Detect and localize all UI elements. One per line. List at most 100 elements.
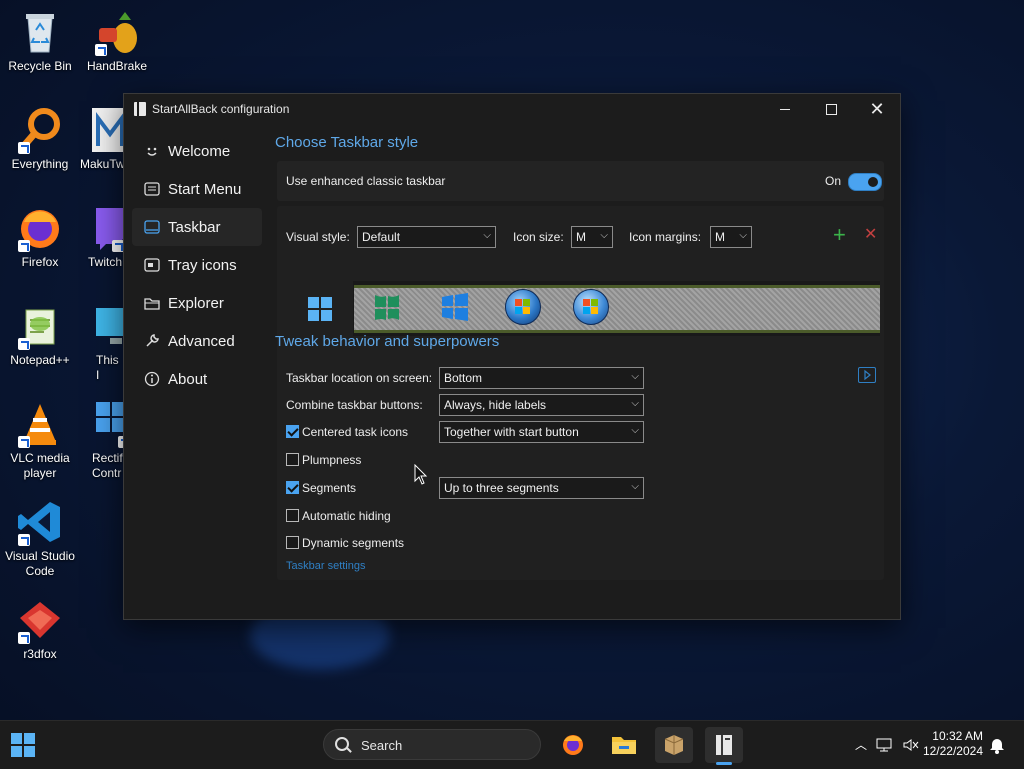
tray-icon	[144, 257, 160, 273]
windows8-green-logo-icon	[375, 295, 399, 320]
search-placeholder: Search	[361, 738, 403, 753]
desktop-icon-twitch[interactable]: Twitch	[70, 204, 123, 270]
desktop-icon-label: MakuTw	[80, 157, 123, 171]
shortcut-arrow-icon	[95, 44, 107, 56]
visual-style-select[interactable]: Default ⌵	[357, 226, 496, 248]
preview-style-win10[interactable]	[437, 289, 473, 325]
nav-item-advanced[interactable]: Advanced	[132, 322, 262, 360]
nav-item-welcome[interactable]: Welcome	[132, 132, 262, 170]
automatic-hiding-checkbox[interactable]	[286, 509, 299, 522]
desktop-icon-vlc[interactable]: VLC media player	[0, 400, 80, 481]
style-section-title: Choose Taskbar style	[275, 134, 419, 151]
desktop-icon-this-pc[interactable]: This I	[70, 302, 123, 383]
wrench-icon	[144, 333, 160, 349]
start-button[interactable]	[4, 727, 42, 763]
desktop-icon-everything[interactable]: Everything	[0, 106, 80, 172]
network-icon[interactable]	[876, 737, 894, 753]
nav-item-taskbar[interactable]: Taskbar	[132, 208, 262, 246]
combine-label: Combine taskbar buttons:	[286, 398, 423, 412]
segments-checkbox[interactable]	[286, 481, 299, 494]
startallback-app-icon	[134, 102, 146, 116]
segments-value: Up to three segments	[444, 481, 559, 495]
combine-select[interactable]: Always, hide labels ⌵	[439, 394, 644, 416]
visual-style-label: Visual style:	[286, 230, 350, 244]
windows10-logo-icon	[442, 293, 468, 321]
taskbar-icon	[144, 219, 160, 235]
notepadpp-icon	[16, 302, 64, 350]
mouse-cursor-icon	[414, 464, 428, 485]
nav-item-explorer[interactable]: Explorer	[132, 284, 262, 322]
taskbar-search[interactable]: Search	[323, 729, 541, 760]
chevron-up-icon[interactable]: ︿	[855, 736, 867, 753]
sidebar-nav: Welcome Start Menu Taskbar Tray icons Ex…	[132, 132, 262, 398]
nav-item-start-menu[interactable]: Start Menu	[132, 170, 262, 208]
add-style-button[interactable]: +	[833, 223, 846, 247]
twitch-icon	[90, 204, 123, 252]
enhanced-taskbar-toggle[interactable]	[848, 173, 882, 191]
clock[interactable]: 10:32 AM 12/22/2024	[923, 729, 983, 759]
dynamic-segments-checkbox[interactable]	[286, 536, 299, 549]
preview-strip	[354, 285, 880, 333]
firefox-icon	[16, 204, 64, 252]
taskbar-app-startallback[interactable]	[705, 727, 743, 765]
location-select[interactable]: Bottom ⌵	[439, 367, 644, 389]
icon-margins-label: Icon margins:	[629, 230, 702, 244]
preview-style-win7[interactable]	[505, 289, 541, 325]
nav-label: Start Menu	[168, 180, 242, 198]
chevron-down-icon: ⌵	[631, 425, 639, 436]
segments-label: Segments	[302, 481, 357, 495]
desktop-icon-handbrake[interactable]: HandBrake	[77, 8, 157, 74]
segments-select[interactable]: Up to three segments ⌵	[439, 477, 644, 499]
maximize-icon	[825, 103, 837, 115]
taskbar-app-archive[interactable]	[655, 727, 693, 763]
desktop-icon-recycle-bin[interactable]: Recycle Bin	[0, 8, 80, 74]
nav-item-tray-icons[interactable]: Tray icons	[132, 246, 262, 284]
shortcut-arrow-icon	[112, 240, 123, 252]
shortcut-arrow-icon	[18, 338, 30, 350]
windows11-logo-icon	[11, 733, 35, 757]
desktop-icon-makutweaker[interactable]: MakuTw	[70, 106, 123, 172]
desktop-icon-label: VLC media player	[10, 451, 70, 480]
icon-margins-select[interactable]: M ⌵	[710, 226, 752, 248]
desktop-icon-label: Everything	[11, 157, 69, 171]
taskbar: Search ︿ 10:32 AM 12/22/2024	[0, 720, 1024, 769]
close-button[interactable]: ✕	[854, 94, 900, 124]
desktop-icon-firefox[interactable]: Firefox	[0, 204, 80, 270]
taskbar-app-firefox[interactable]	[554, 727, 592, 763]
desktop-icon-label: This I	[96, 353, 119, 382]
windows7-orb-icon	[505, 289, 541, 325]
remove-style-button[interactable]: ✕	[864, 225, 877, 245]
notification-bell-icon[interactable]	[989, 737, 1005, 755]
title-bar[interactable]: StartAllBack configuration ✕	[124, 94, 900, 124]
centered-icons-checkbox[interactable]	[286, 425, 299, 438]
desktop-icon-label: Firefox	[21, 255, 59, 269]
preview-play-button[interactable]	[858, 367, 876, 383]
desktop-icon-rectify[interactable]: Rectif Contr	[70, 400, 123, 481]
dynamic-segments-label: Dynamic segments	[302, 536, 405, 550]
active-indicator	[716, 762, 732, 765]
desktop-icon-vscode[interactable]: Visual Studio Code	[0, 498, 80, 579]
nav-item-about[interactable]: About	[132, 360, 262, 398]
preview-style-win10-green[interactable]	[369, 289, 405, 325]
info-icon	[144, 371, 160, 387]
maximize-button[interactable]	[808, 94, 854, 124]
desktop-icon-notepadpp[interactable]: Notepad++	[0, 302, 80, 368]
icon-size-value: M	[576, 230, 586, 244]
vista-orb-icon	[573, 289, 609, 325]
plumpness-checkbox[interactable]	[286, 453, 299, 466]
minimize-button[interactable]	[762, 94, 808, 124]
desktop-icon-label: Twitch	[88, 255, 123, 269]
centered-mode-select[interactable]: Together with start button ⌵	[439, 421, 644, 443]
desktop-icon-r3dfox[interactable]: r3dfox	[0, 596, 80, 662]
chevron-down-icon: ⌵	[600, 230, 608, 241]
preview-style-win11[interactable]	[287, 281, 353, 336]
icon-size-select[interactable]: M ⌵	[571, 226, 613, 248]
taskbar-style-preview	[287, 281, 880, 336]
preview-style-vista[interactable]	[573, 289, 609, 325]
volume-muted-icon[interactable]	[902, 737, 920, 753]
vlc-icon	[16, 400, 64, 448]
behavior-panel: Taskbar location on screen: Bottom ⌵ Com…	[277, 358, 884, 580]
taskbar-app-file-explorer[interactable]	[605, 727, 643, 763]
makutweaker-icon	[90, 106, 123, 154]
taskbar-settings-link[interactable]: Taskbar settings	[286, 560, 365, 572]
